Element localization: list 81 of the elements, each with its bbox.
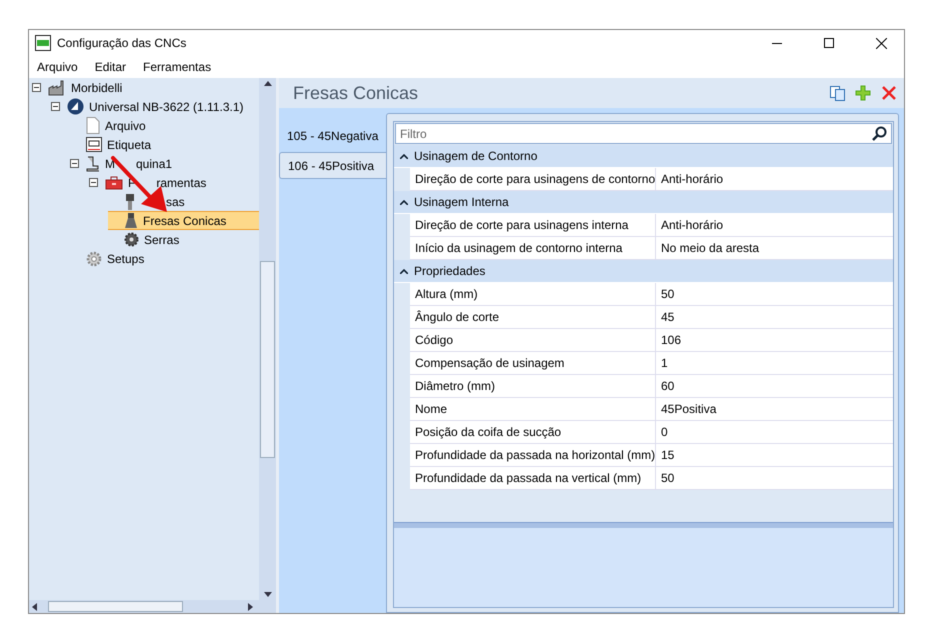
property-name: Nome: [410, 398, 656, 420]
collapse-toggle[interactable]: [32, 83, 41, 92]
collapse-toggle[interactable]: [89, 178, 98, 187]
property-name: Início da usinagem de contorno interna: [410, 237, 656, 259]
property-value[interactable]: 0: [656, 421, 668, 443]
tree-label-fragment: ramentas: [155, 176, 208, 190]
menu-item[interactable]: Arquivo: [31, 60, 89, 74]
tab[interactable]: 105 - 45Negativa: [279, 122, 386, 149]
property-value[interactable]: 45: [656, 306, 674, 328]
collapse-toggle[interactable]: [70, 159, 79, 168]
tree-item[interactable]: Morbidelli: [32, 78, 259, 97]
maximize-icon: [824, 38, 834, 48]
menu-item[interactable]: Editar: [88, 60, 138, 74]
scroll-right-icon[interactable]: [248, 602, 253, 610]
tree-item[interactable]: Fresas Conicas: [108, 211, 259, 230]
window-title: Configuração das CNCs: [57, 36, 188, 50]
tree-item[interactable]: Arquivo: [70, 116, 259, 135]
collapse-icon[interactable]: [400, 200, 408, 204]
gear-icon: [124, 232, 139, 247]
property-name: Direção de corte para usinagens interna: [410, 214, 656, 236]
horizontal-scrollbar[interactable]: [29, 600, 276, 613]
label-icon: [86, 137, 102, 152]
tree-label-fragment: sas: [165, 194, 186, 208]
tree-item[interactable]: Serras: [108, 230, 259, 249]
property-value[interactable]: No meio da aresta: [656, 237, 760, 259]
tree-item[interactable]: M quina1: [70, 154, 259, 173]
property-name: Profundidade da passada na vertical (mm): [410, 467, 656, 489]
property-value[interactable]: Anti-horário: [656, 214, 724, 236]
property-name: Código: [410, 329, 656, 351]
tab[interactable]: 106 - 45Positiva: [279, 152, 386, 179]
category-title: Usinagem Interna: [414, 195, 509, 209]
property-value[interactable]: 106: [656, 329, 682, 351]
property-value[interactable]: 1: [656, 352, 668, 374]
panel-title: Fresas Conicas: [293, 82, 420, 104]
category-header[interactable]: Usinagem de Contorno: [394, 145, 893, 168]
property-name: Posição da coifa de sucção: [410, 421, 656, 443]
scroll-up-icon[interactable]: [264, 81, 272, 86]
property-name: Direção de corte para usinagens de contorno: [410, 168, 656, 190]
property-name: Ângulo de corte: [410, 306, 656, 328]
collapse-icon[interactable]: [400, 268, 408, 274]
property-value[interactable]: 60: [656, 375, 674, 397]
copy-icon[interactable]: [828, 84, 846, 102]
scroll-down-icon[interactable]: [264, 592, 272, 597]
property-name: Compensação de usinagem: [410, 352, 656, 374]
search-icon: [872, 126, 887, 141]
property-name: Profundidade da passada na horizontal (mm): [410, 444, 656, 466]
tree-label-fragment: quina1: [135, 156, 174, 170]
app-icon: [35, 35, 51, 51]
property-name: Diâmetro (mm): [410, 375, 656, 397]
scroll-left-icon[interactable]: [32, 602, 37, 610]
property-name: Altura (mm): [410, 283, 656, 305]
toolbox-icon: [105, 176, 123, 190]
splitter-handle[interactable]: [394, 522, 893, 528]
tree-item[interactable]: Setups: [70, 249, 259, 268]
settings-icon: [86, 250, 102, 266]
collapse-icon[interactable]: [400, 154, 408, 158]
property-value[interactable]: 45Positiva: [656, 398, 716, 420]
category-title: Usinagem de Contorno: [414, 149, 538, 163]
document-icon: [86, 117, 100, 134]
tree-item[interactable]: sas: [108, 192, 259, 211]
collapse-toggle[interactable]: [51, 102, 60, 111]
category-header[interactable]: Propriedades: [394, 260, 893, 283]
mill-icon: [124, 194, 136, 210]
machine-icon: [86, 156, 100, 172]
category-header[interactable]: Usinagem Interna: [394, 191, 893, 214]
tree-item[interactable]: Etiqueta: [70, 135, 259, 154]
property-value[interactable]: Anti-horário: [656, 168, 724, 190]
tree-label-fragment: M: [104, 156, 116, 170]
cone-icon: [124, 212, 138, 228]
factory-icon: [48, 80, 66, 96]
property-value[interactable]: 50: [656, 283, 674, 305]
menu-item[interactable]: Ferramentas: [137, 60, 222, 74]
close-icon: [876, 38, 886, 48]
vertical-scrollbar[interactable]: [259, 78, 276, 600]
delete-icon[interactable]: [880, 84, 898, 102]
filter-field[interactable]: Filtro: [395, 123, 892, 144]
category-title: Propriedades: [414, 264, 486, 278]
property-value[interactable]: 15: [656, 444, 674, 466]
property-value[interactable]: 50: [656, 467, 674, 489]
logo-icon: [67, 98, 84, 115]
tree-item[interactable]: Universal NB-3622 (1.11.3.1): [51, 97, 259, 116]
